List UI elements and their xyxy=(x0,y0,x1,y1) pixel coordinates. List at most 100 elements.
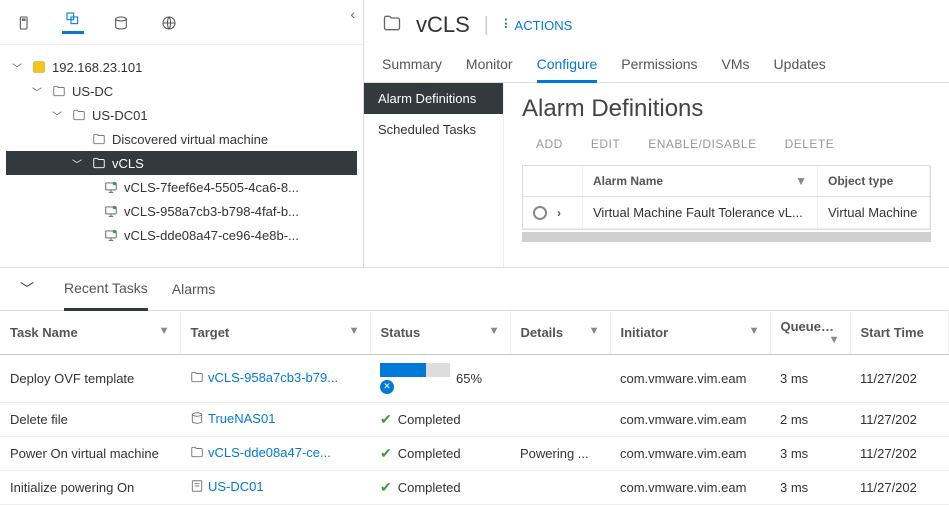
tasks-panel: ﹀ Recent Tasks Alarms Task Name▼ Target▼… xyxy=(0,268,949,505)
hosts-view-icon[interactable] xyxy=(14,12,36,34)
task-name-cell: Deploy OVF template xyxy=(0,355,180,403)
check-icon: ✔ xyxy=(380,479,392,496)
task-details-cell: Powering ... xyxy=(510,436,610,470)
col-queued[interactable]: Queued For▼ xyxy=(770,311,850,355)
col-start-time[interactable]: Start Time xyxy=(850,311,949,355)
filter-icon[interactable]: ▼ xyxy=(795,174,807,188)
target-icon xyxy=(190,370,204,387)
networking-view-icon[interactable] xyxy=(158,12,180,34)
task-queued-cell: 3 ms xyxy=(770,436,850,470)
tree-label: US-DC01 xyxy=(92,108,148,123)
inventory-view-switcher xyxy=(0,0,363,45)
menu-dots-icon: ⠇ xyxy=(503,17,511,33)
chevron-down-icon[interactable]: ﹀ xyxy=(32,84,46,99)
task-start-cell: 11/27/202 xyxy=(850,470,949,504)
task-start-cell: 11/27/202 xyxy=(850,436,949,470)
vcenter-icon xyxy=(30,59,48,75)
folder-icon xyxy=(70,108,88,122)
col-alarm-name[interactable]: Alarm Name ▼ xyxy=(583,166,818,196)
chevron-down-icon[interactable]: ﹀ xyxy=(52,108,66,123)
task-row[interactable]: Deploy OVF template vCLS-958a7cb3-b79...… xyxy=(0,355,949,403)
sidebar-scheduled-tasks[interactable]: Scheduled Tasks xyxy=(364,114,503,145)
tree-vm[interactable]: vCLS-7feef6e4-5505-4ca6-8... xyxy=(6,175,357,199)
task-initiator-cell: com.vmware.vim.eam xyxy=(610,470,770,504)
col-status[interactable]: Status▼ xyxy=(370,311,510,355)
filter-icon[interactable]: ▼ xyxy=(829,334,840,346)
check-icon: ✔ xyxy=(380,411,392,428)
col-details[interactable]: Details▼ xyxy=(510,311,610,355)
check-icon: ✔ xyxy=(380,445,392,462)
col-target[interactable]: Target▼ xyxy=(180,311,370,355)
tab-monitor[interactable]: Monitor xyxy=(466,50,513,82)
tree-datacenter[interactable]: ﹀ US-DC xyxy=(6,79,357,103)
tree-vcls-folder[interactable]: ﹀ vCLS xyxy=(6,151,357,175)
scrollbar-horizontal[interactable] xyxy=(522,232,931,242)
task-initiator-cell: com.vmware.vim.eam xyxy=(610,402,770,436)
task-details-cell xyxy=(510,355,610,403)
tree-cluster[interactable]: ﹀ US-DC01 xyxy=(6,103,357,127)
detail-tabs: Summary Monitor Configure Permissions VM… xyxy=(364,46,949,83)
col-object-type[interactable]: Object type xyxy=(818,166,930,196)
tree-label: vCLS xyxy=(112,156,144,171)
status-label: Completed xyxy=(398,412,461,427)
vms-view-icon[interactable] xyxy=(62,12,84,34)
tree-vm[interactable]: vCLS-958a7cb3-b798-4faf-b... xyxy=(6,199,357,223)
task-target-cell[interactable]: TrueNAS01 xyxy=(180,402,370,436)
tab-recent-tasks[interactable]: Recent Tasks xyxy=(64,268,148,311)
inventory-tree: ﹀ 192.168.23.101 ﹀ US-DC ﹀ US-DC01 xyxy=(0,45,363,257)
task-target-cell[interactable]: vCLS-958a7cb3-b79... xyxy=(180,355,370,403)
alarm-type-cell: Virtual Machine xyxy=(818,197,930,228)
edit-button[interactable]: EDIT xyxy=(591,137,620,151)
expand-icon[interactable]: › xyxy=(557,206,561,220)
filter-icon[interactable]: ▼ xyxy=(489,325,500,337)
filter-icon[interactable]: ▼ xyxy=(159,325,170,337)
tab-permissions[interactable]: Permissions xyxy=(621,50,697,82)
tab-configure[interactable]: Configure xyxy=(537,50,598,83)
col-task-name[interactable]: Task Name▼ xyxy=(0,311,180,355)
filter-icon[interactable]: ▼ xyxy=(589,325,600,337)
add-button[interactable]: ADD xyxy=(536,137,563,151)
alarm-row[interactable]: › Virtual Machine Fault Tolerance vL... … xyxy=(523,197,930,229)
task-details-cell xyxy=(510,402,610,436)
chevron-down-icon[interactable]: ﹀ xyxy=(12,60,26,75)
tab-summary[interactable]: Summary xyxy=(382,50,442,82)
status-label: Completed xyxy=(398,480,461,495)
folder-icon xyxy=(90,156,108,170)
col-initiator[interactable]: Initiator▼ xyxy=(610,311,770,355)
row-radio[interactable] xyxy=(533,206,547,220)
task-status-cell: ✕65% xyxy=(370,355,510,403)
details-panel: vCLS | ⠇ ACTIONS Summary Monitor Configu… xyxy=(364,0,949,267)
collapse-panel-icon[interactable]: ‹ xyxy=(350,6,355,22)
task-target-cell[interactable]: vCLS-dde08a47-ce... xyxy=(180,436,370,470)
vm-icon xyxy=(102,228,120,242)
actions-menu[interactable]: ⠇ ACTIONS xyxy=(503,17,572,33)
task-row[interactable]: Initialize powering On US-DC01 ✔Complete… xyxy=(0,470,949,504)
object-header: vCLS | ⠇ ACTIONS xyxy=(364,0,949,46)
tree-label: vCLS-dde08a47-ce96-4e8b-... xyxy=(124,228,299,243)
tree-vm[interactable]: vCLS-dde08a47-ce96-4e8b-... xyxy=(6,223,357,247)
sidebar-alarm-definitions[interactable]: Alarm Definitions xyxy=(364,83,503,114)
tree-vcenter[interactable]: ﹀ 192.168.23.101 xyxy=(6,55,357,79)
task-queued-cell: 2 ms xyxy=(770,402,850,436)
vm-icon xyxy=(102,180,120,194)
task-status-cell: ✔Completed xyxy=(370,436,510,470)
tab-alarms[interactable]: Alarms xyxy=(172,269,216,309)
tab-updates[interactable]: Updates xyxy=(774,50,826,82)
filter-icon[interactable]: ▼ xyxy=(749,325,760,337)
delete-button[interactable]: DELETE xyxy=(785,137,835,151)
alarm-action-bar: ADD EDIT ENABLE/DISABLE DELETE xyxy=(522,137,931,151)
task-row[interactable]: Power On virtual machine vCLS-dde08a47-c… xyxy=(0,436,949,470)
collapse-tasks-icon[interactable]: ﹀ xyxy=(14,273,40,305)
cancel-task-icon[interactable]: ✕ xyxy=(380,380,394,394)
tab-vms[interactable]: VMs xyxy=(722,50,750,82)
alarm-name-cell: Virtual Machine Fault Tolerance vL... xyxy=(583,197,818,228)
filter-icon[interactable]: ▼ xyxy=(349,325,360,337)
task-row[interactable]: Delete file TrueNAS01 ✔Completed com.vmw… xyxy=(0,402,949,436)
chevron-down-icon[interactable]: ﹀ xyxy=(72,156,86,171)
tree-discovered-folder[interactable]: Discovered virtual machine xyxy=(6,127,357,151)
task-target-cell[interactable]: US-DC01 xyxy=(180,470,370,504)
target-icon xyxy=(190,479,204,496)
enable-disable-button[interactable]: ENABLE/DISABLE xyxy=(648,137,756,151)
section-heading: Alarm Definitions xyxy=(522,95,931,123)
storage-view-icon[interactable] xyxy=(110,12,132,34)
